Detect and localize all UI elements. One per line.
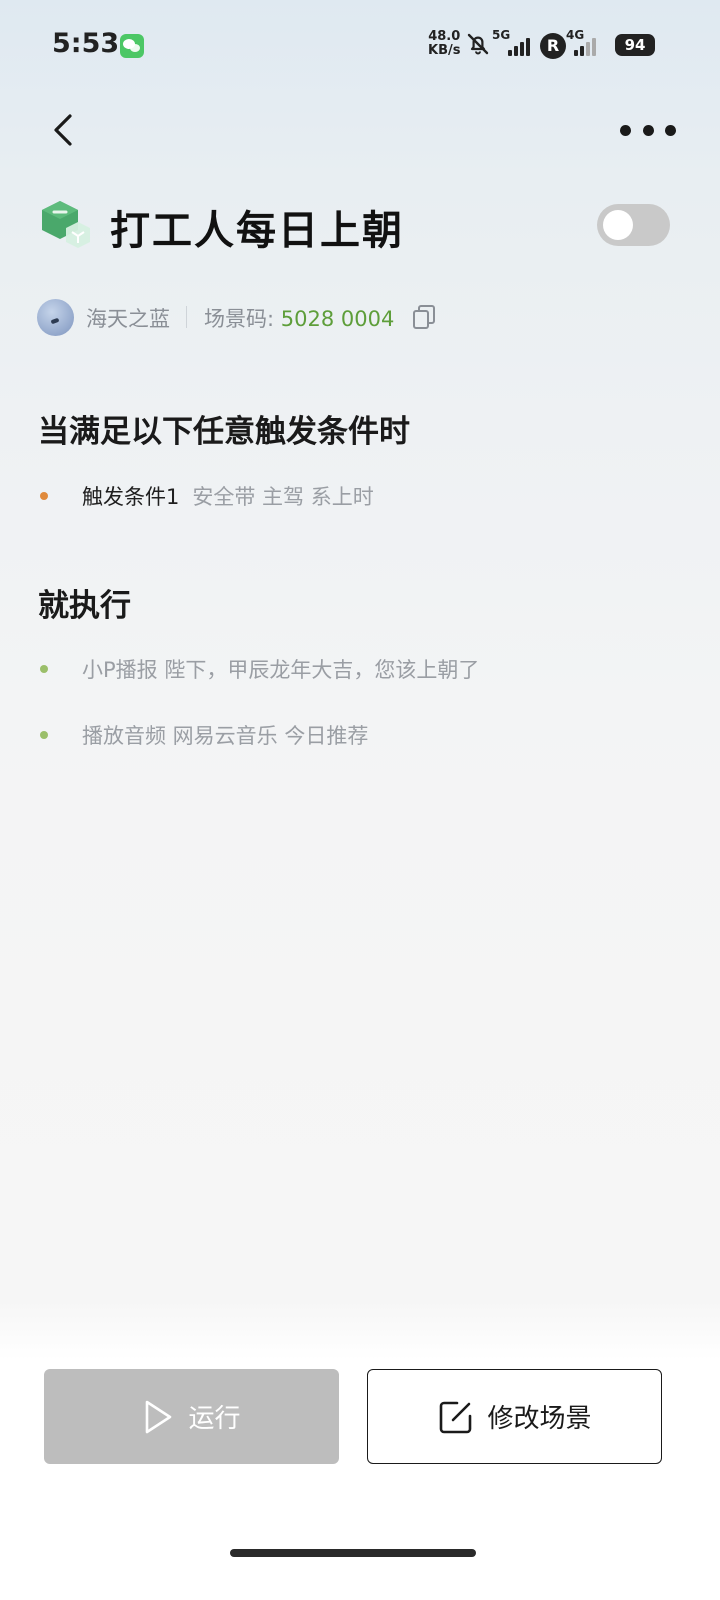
trigger-dot <box>40 492 48 500</box>
copy-icon[interactable] <box>412 304 436 330</box>
action-detail: 小P播报 陛下，甲辰龙年大吉，您该上朝了 <box>82 658 480 682</box>
chevron-left-icon <box>54 114 72 146</box>
divider <box>186 306 187 328</box>
wechat-icon <box>120 34 144 58</box>
trigger-item[interactable]: 触发条件1 安全带 主驾 系上时 <box>40 481 374 511</box>
action-dot <box>40 665 48 673</box>
status-time: 5:53 <box>52 28 120 59</box>
back-button[interactable] <box>44 108 84 152</box>
action-item[interactable]: 小P播报 陛下，甲辰龙年大吉，您该上朝了 <box>40 654 479 684</box>
edit-scene-button[interactable]: 修改场景 <box>367 1369 662 1464</box>
toggle-knob <box>603 210 633 240</box>
signal-5g-icon: 5G <box>492 28 538 58</box>
more-dot <box>665 124 676 136</box>
scene-title: 打工人每日上朝 <box>110 208 404 254</box>
bell-off-icon <box>467 33 489 55</box>
scene-enable-toggle[interactable] <box>597 204 670 246</box>
author-avatar[interactable] <box>37 299 74 336</box>
action-item[interactable]: 播放音频 网易云音乐 今日推荐 <box>40 720 368 750</box>
battery-icon: 94 <box>615 34 655 56</box>
trigger-section-title: 当满足以下任意触发条件时 <box>38 414 410 450</box>
action-dot <box>40 731 48 739</box>
run-label: 运行 <box>188 1404 241 1434</box>
status-bar: 5:53 48.0 KB/s 5G R 4G 94 <box>0 0 720 90</box>
action-section-title: 就执行 <box>38 588 131 624</box>
more-options-button[interactable] <box>620 116 676 144</box>
roaming-badge: R <box>540 33 566 59</box>
scene-code: 场景码: 5028 0004 <box>204 303 394 333</box>
action-detail: 播放音频 网易云音乐 今日推荐 <box>82 724 369 748</box>
more-dot <box>642 124 654 136</box>
signal-4g-icon: 4G <box>566 28 614 58</box>
home-indicator[interactable] <box>230 1549 476 1557</box>
play-icon <box>146 1400 172 1433</box>
more-dot <box>620 124 631 136</box>
trigger-label: 触发条件1 <box>82 485 180 509</box>
trigger-detail: 安全带 主驾 系上时 <box>192 485 374 509</box>
scene-code-label: 场景码: <box>204 307 281 331</box>
network-speed-unit: KB/s <box>428 43 461 58</box>
scene-cube-icon <box>42 201 90 248</box>
edit-icon <box>440 1401 472 1433</box>
network-speed: 48.0 KB/s <box>428 30 460 58</box>
scene-code-value: 5028 0004 <box>280 307 395 331</box>
edit-scene-label: 修改场景 <box>487 1404 592 1434</box>
author-name[interactable]: 海天之蓝 <box>86 303 170 333</box>
network-speed-value: 48.0 <box>428 29 461 44</box>
run-button[interactable]: 运行 <box>44 1369 339 1464</box>
